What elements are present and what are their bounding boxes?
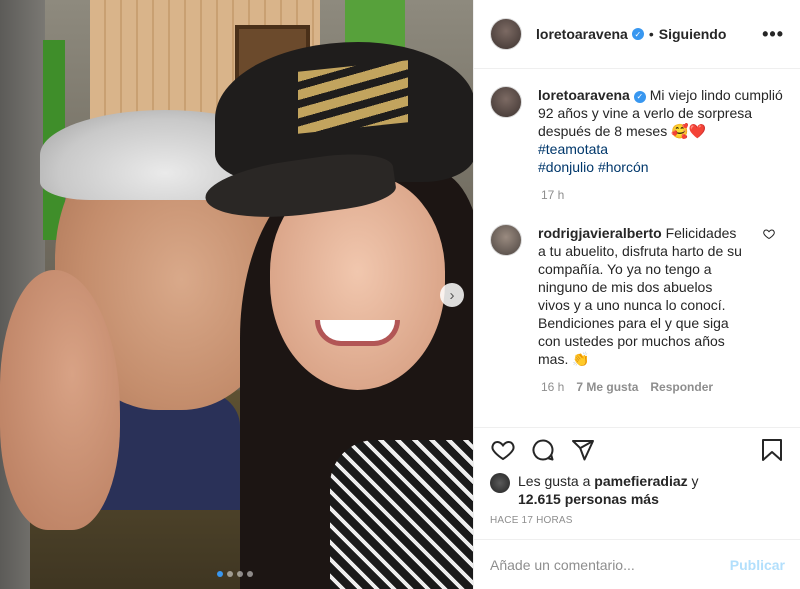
caption-username[interactable]: loretoaravena: [538, 87, 630, 103]
add-comment-bar: Publicar: [474, 539, 800, 589]
caption-time[interactable]: 17 h: [541, 188, 785, 202]
comment-bubble-icon[interactable]: [530, 437, 556, 463]
following-button[interactable]: Siguiendo: [659, 26, 727, 42]
comment-reply-button[interactable]: Responder: [650, 380, 713, 394]
carousel-dot: [237, 571, 243, 577]
carousel-dot: [217, 571, 223, 577]
liker-username[interactable]: pamefieradiaz: [594, 473, 687, 489]
more-options-icon[interactable]: •••: [762, 24, 784, 45]
comment-text-block: rodrigjavieralberto Felicidades a tu abu…: [538, 224, 748, 368]
comment-input[interactable]: [490, 556, 730, 573]
photo-woman-sweater: [330, 440, 473, 589]
comment-time[interactable]: 16 h: [541, 380, 564, 394]
photo-woman-smile: [315, 320, 400, 346]
photo-cap-flag: [298, 60, 408, 134]
comment-item: rodrigjavieralberto Felicidades a tu abu…: [490, 224, 785, 368]
post-actions: [474, 427, 800, 471]
carousel-dot: [247, 571, 253, 577]
likes-summary: Les gusta a pamefieradiaz y 12.615 perso…: [490, 472, 699, 508]
comments-section[interactable]: loretoaravena ✓ Mi viejo lindo cumplió 92…: [474, 70, 800, 426]
likes-prefix: Les gusta a: [518, 473, 591, 489]
comment-meta: 16 h 7 Me gusta Responder: [541, 380, 785, 394]
carousel-dots: [217, 571, 253, 577]
author-username[interactable]: loretoaravena: [536, 26, 628, 42]
hashtag-link[interactable]: #donjulio #horcón: [538, 158, 785, 176]
comment-text: Felicidades a tu abuelito, disfruta hart…: [538, 225, 742, 367]
post-header: loretoaravena ✓ • Siguiendo •••: [474, 0, 800, 69]
publish-button[interactable]: Publicar: [730, 557, 785, 573]
hashtag-link[interactable]: #teamotata: [538, 140, 785, 158]
carousel-next-icon[interactable]: ›: [440, 283, 464, 307]
carousel-dot: [227, 571, 233, 577]
save-bookmark-icon[interactable]: [759, 437, 785, 463]
post-photo[interactable]: ›: [0, 0, 473, 589]
author-avatar[interactable]: [490, 18, 522, 50]
likes-count[interactable]: 12.615 personas más: [518, 491, 659, 507]
comment-likes[interactable]: 7 Me gusta: [576, 380, 638, 394]
post-timestamp[interactable]: HACE 17 HORAS: [490, 515, 573, 526]
share-send-icon[interactable]: [570, 437, 596, 463]
likes-text: Les gusta a pamefieradiaz y 12.615 perso…: [518, 472, 699, 508]
caption-text-block: loretoaravena ✓ Mi viejo lindo cumplió 92…: [538, 86, 785, 176]
header-separator: •: [648, 26, 654, 42]
post-panel: loretoaravena ✓ • Siguiendo ••• loretoar…: [473, 0, 800, 589]
like-heart-icon[interactable]: [490, 437, 516, 463]
post-caption: loretoaravena ✓ Mi viejo lindo cumplió 92…: [490, 86, 785, 176]
commenter-avatar[interactable]: [490, 224, 522, 256]
comment-like-icon[interactable]: [763, 228, 775, 243]
caption-avatar[interactable]: [490, 86, 522, 118]
commenter-username[interactable]: rodrigjavieralberto: [538, 225, 662, 241]
verified-badge-icon: ✓: [633, 91, 646, 103]
liker-avatar[interactable]: [490, 473, 510, 493]
likes-connector: y: [691, 473, 699, 489]
verified-badge-icon: ✓: [631, 28, 644, 40]
